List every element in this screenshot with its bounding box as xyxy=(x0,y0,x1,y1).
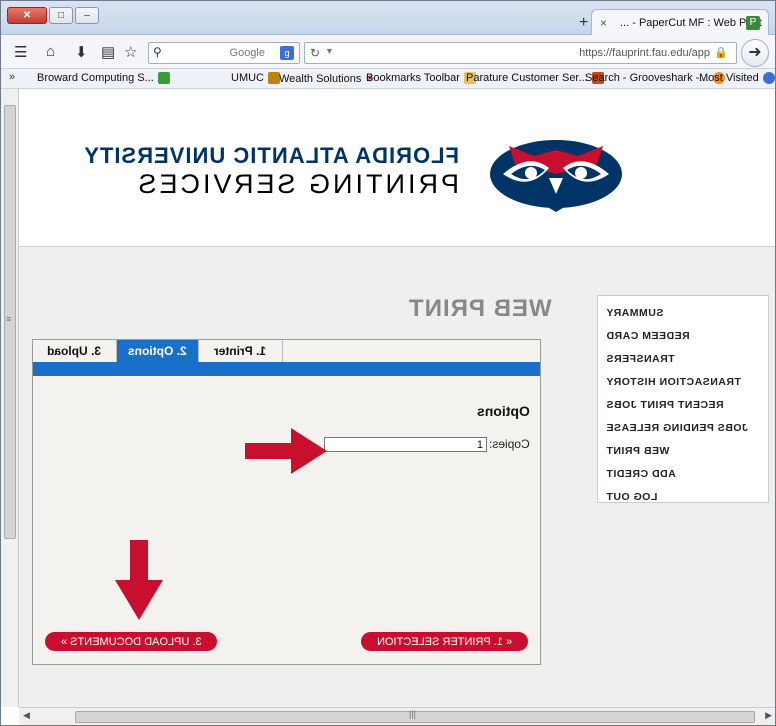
window-maximize-button[interactable]: □ xyxy=(49,7,73,24)
browser-tab[interactable]: × PaperCut MF : Web Print - ... P xyxy=(591,9,769,36)
tab-close-icon[interactable]: × xyxy=(600,16,607,30)
search-input[interactable]: ⚲ Google g xyxy=(148,42,300,64)
url-text: https://fauprint.fau.edu/app xyxy=(579,47,710,59)
title-bar: ✕ □ – + × PaperCut MF : Web Print - ... … xyxy=(1,1,775,36)
page-content: FLORIDA ATLANTIC UNIVERSITY PRINTING SER… xyxy=(19,89,775,707)
chevron-down-icon[interactable]: ▼ xyxy=(325,46,334,56)
side-menu: SUMMARY REDEEM CARD TRANSFERS TRANSACTIO… xyxy=(597,295,769,503)
bookmark-label: Wealth Solutions xyxy=(279,72,362,85)
menu-hamburger-icon[interactable]: ☰ xyxy=(14,43,27,61)
menu-item-add-credit[interactable]: ADD CREDIT xyxy=(598,462,768,485)
reload-icon[interactable]: ↻ xyxy=(310,46,320,60)
bookmark-label: Broward Computing S... xyxy=(37,72,154,84)
sheet-icon xyxy=(157,72,170,84)
logo-line-university: FLORIDA ATLANTIC UNIVERSITY xyxy=(83,143,459,168)
fau-owl-logo-icon xyxy=(490,140,622,212)
downloads-icon[interactable]: ⬇ xyxy=(75,43,88,61)
bookmark-label: Search - Grooveshark -... xyxy=(585,72,709,84)
horizontal-scrollbar[interactable]: ◀ ||| ▶ xyxy=(19,707,775,725)
bookmark-star-icon[interactable]: ☆ xyxy=(124,43,137,61)
bookmark-item[interactable]: Parature Customer Ser... xyxy=(466,72,604,84)
web-print-wizard: 1. Printer 2. Options 3. Upload Options … xyxy=(32,339,541,665)
bookmark-label: Parature Customer Ser... xyxy=(466,72,588,84)
menu-item-recent-print-jobs[interactable]: RECENT PRINT JOBS xyxy=(598,393,768,416)
navigation-bar: ☰ ⌂ ⬇ ▤ ☆ ⚲ Google g ↻ ▼ https://fauprin… xyxy=(1,35,775,69)
tab-printer[interactable]: 1. Printer xyxy=(199,340,283,362)
fau-logo-text: FLORIDA ATLANTIC UNIVERSITY PRINTING SER… xyxy=(83,143,459,200)
scroll-grip-icon: ≡ xyxy=(6,314,12,324)
scroll-left-icon[interactable]: ◀ xyxy=(23,710,30,721)
url-bar[interactable]: ↻ ▼ https://fauprint.fau.edu/app 🔒 xyxy=(304,42,737,64)
menu-item-log-out[interactable]: LOG OUT xyxy=(598,485,768,508)
site-header: FLORIDA ATLANTIC UNIVERSITY PRINTING SER… xyxy=(19,89,775,247)
browser-window: ✕ □ – + × PaperCut MF : Web Print - ... … xyxy=(0,0,776,726)
menu-item-jobs-pending-release[interactable]: JOBS PENDING RELEASE xyxy=(598,416,768,439)
copies-label: Copies: xyxy=(489,437,530,451)
bookmark-label: Most Visited xyxy=(699,72,759,84)
reading-list-icon[interactable]: ▤ xyxy=(101,43,115,61)
tab-underline-bar xyxy=(33,362,540,376)
globe-icon xyxy=(762,72,775,84)
window-minimize-button[interactable]: – xyxy=(75,7,99,24)
google-icon[interactable]: g xyxy=(280,46,294,60)
menu-item-web-print[interactable]: WEB PRINT xyxy=(598,439,768,462)
bookmark-label: Bookmarks Toolbar xyxy=(366,72,460,84)
papercut-favicon-icon: P xyxy=(746,16,760,30)
options-section-title: Options xyxy=(477,403,530,419)
bookmark-item[interactable]: Wealth Solutions ✳ xyxy=(279,72,375,86)
new-tab-button[interactable]: + xyxy=(579,14,588,32)
page-title: WEB PRINT xyxy=(408,295,552,322)
tab-title: PaperCut MF : Web Print - ... xyxy=(620,17,762,29)
menu-item-transfers[interactable]: TRANSFERS xyxy=(598,347,768,370)
window-controls: ✕ □ – xyxy=(7,7,99,24)
lock-icon: 🔒 xyxy=(714,47,728,59)
home-icon[interactable]: ⌂ xyxy=(46,43,55,60)
bookmarks-overflow-button[interactable]: » xyxy=(9,71,15,83)
bookmark-item[interactable]: Broward Computing S... xyxy=(37,72,170,84)
menu-item-summary[interactable]: SUMMARY xyxy=(598,301,768,324)
menu-item-redeem-card[interactable]: REDEEM CARD xyxy=(598,324,768,347)
tab-options[interactable]: 2. Options xyxy=(117,340,199,362)
window-close-button[interactable]: ✕ xyxy=(7,7,47,24)
upload-documents-button[interactable]: 3. UPLOAD DOCUMENTS » xyxy=(45,632,217,651)
search-icon: ⚲ xyxy=(153,45,162,59)
bookmarks-bar: » Broward Computing S... UMUC Wealth Sol… xyxy=(1,69,775,89)
bookmark-item[interactable]: Bookmarks Toolbar xyxy=(366,72,476,84)
arrow-right-icon xyxy=(245,428,327,474)
menu-item-transaction-history[interactable]: TRANSACTION HISTORY xyxy=(598,370,768,393)
wizard-tabs: 1. Printer 2. Options 3. Upload xyxy=(33,340,540,362)
scroll-grip-icon: ||| xyxy=(409,709,417,719)
search-placeholder: Google xyxy=(229,47,265,59)
printer-selection-button[interactable]: « 1. PRINTER SELECTION xyxy=(361,632,528,651)
arrow-down-icon xyxy=(115,540,163,620)
bookmark-item[interactable]: UMUC xyxy=(231,72,280,84)
scroll-right-icon[interactable]: ▶ xyxy=(765,710,772,721)
bookmark-label: UMUC xyxy=(231,72,264,84)
bookmark-item[interactable]: Most Visited xyxy=(699,72,775,84)
back-button[interactable]: ➜ xyxy=(741,39,769,67)
tab-upload[interactable]: 3. Upload xyxy=(33,340,117,362)
logo-line-services: PRINTING SERVICES xyxy=(135,169,459,199)
copies-input[interactable] xyxy=(324,437,487,452)
vertical-scrollbar[interactable]: ≡ xyxy=(1,89,19,707)
